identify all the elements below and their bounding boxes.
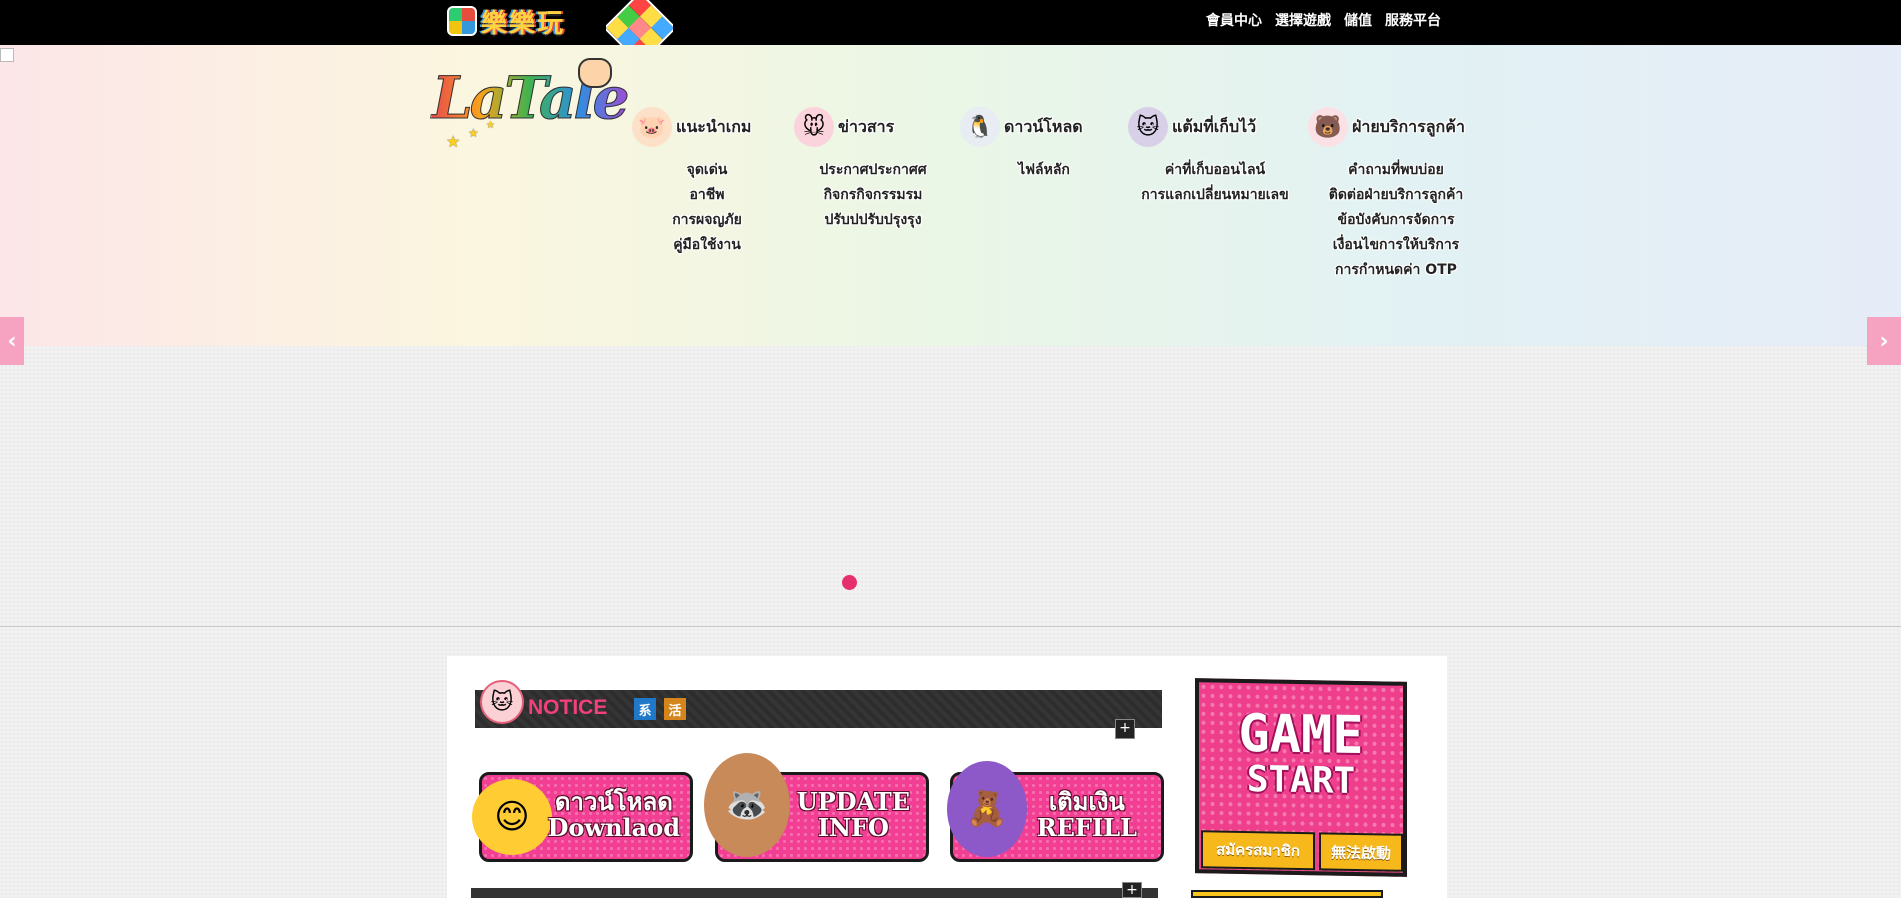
notice-title: NOTICE	[528, 696, 608, 719]
pig-mascot-icon: 🐷	[632, 107, 672, 147]
submenu-item[interactable]: อาชีพ	[690, 184, 725, 206]
game-start-title: GAME START	[1199, 703, 1403, 806]
menu-head[interactable]: 🐷 แนะนำเกม	[632, 105, 794, 149]
game-start-button[interactable]: GAME START สมัครสมาชิก 無法啟動	[1195, 678, 1407, 877]
game-start-line1: GAME	[1238, 703, 1364, 767]
submenu-item[interactable]: ติดต่อฝ่ายบริการลูกค้า	[1329, 184, 1464, 206]
submenu-item[interactable]: กิจกรกิจกรรมรม	[824, 184, 923, 206]
download-label-line2: Downlaod	[547, 813, 680, 842]
mouse-mascot-icon: 🐭	[794, 107, 834, 147]
notice-mascot-icon: 🐱	[480, 680, 524, 724]
section-more-button[interactable]: +	[1122, 882, 1142, 898]
download-label-line1: ดาวน์โหลด	[554, 787, 673, 816]
menu-head[interactable]: 🐻 ฝ่ายบริการลูกค้า	[1308, 105, 1484, 149]
bear-doll-mascot-icon: 🧸	[947, 761, 1027, 857]
brand-logo[interactable]: 樂樂玩	[447, 3, 565, 39]
menu-head[interactable]: 🐱 แต้มที่เก็บไว้	[1128, 105, 1308, 149]
top-nav: 會員中心 選擇遊戲 儲值 服務平台	[1206, 0, 1441, 40]
submenu: ค่าที่เก็บออนไลน์ การแลกเปลี่ยนหมายเลข	[1122, 159, 1308, 206]
slime-mascot-icon: 😊	[472, 779, 552, 855]
menu-customer-service: 🐻 ฝ่ายบริการลูกค้า คำถามที่พบบ่อย ติดต่อ…	[1308, 105, 1484, 281]
notice-tab-system[interactable]: 系	[634, 698, 656, 720]
cannot-start-button[interactable]: 無法啟動	[1319, 832, 1403, 872]
menu-points: 🐱 แต้มที่เก็บไว้ ค่าที่เก็บออนไลน์ การแล…	[1122, 105, 1308, 281]
update-label-line1: UPDATE	[796, 787, 910, 816]
submenu-item[interactable]: การผจญภัย	[672, 209, 742, 231]
menu-title: แนะนำเกม	[676, 116, 752, 136]
brand-cube-icon	[447, 6, 477, 36]
menu-title: ฝ่ายบริการลูกค้า	[1352, 116, 1465, 136]
menu-title: ดาวน์โหลด	[1004, 116, 1083, 136]
slide-indicator-dot[interactable]	[842, 575, 857, 590]
submenu-item[interactable]: ไฟล์หลัก	[1018, 159, 1070, 181]
submenu: ไฟล์หลัก	[966, 159, 1122, 181]
menu-title: ข่าวสาร	[838, 116, 895, 136]
submenu-item[interactable]: การกำหนดค่า OTP	[1335, 259, 1457, 281]
submenu-item[interactable]: คู่มือใช้งาน	[673, 234, 741, 256]
download-button[interactable]: 😊 ดาวน์โหลด Downlaod	[472, 772, 693, 862]
top-bar: 樂樂玩 會員中心 選擇遊戲 儲值 服務平台	[0, 0, 1901, 45]
nav-select-game[interactable]: 選擇遊戲	[1275, 10, 1331, 30]
raccoon-mascot-icon: 🦝	[704, 753, 790, 857]
notice-tab-event[interactable]: 活	[664, 698, 686, 720]
main-menu: 🐷 แนะนำเกม จุดเด่น อาชีพ การผจญภัย คู่มื…	[630, 105, 1484, 281]
star-icon: ★	[446, 132, 461, 151]
menu-news: 🐭 ข่าวสาร ประกาศประกาศศ กิจกรกิจกรรมรม ป…	[794, 105, 952, 281]
nav-top-up[interactable]: 儲值	[1344, 10, 1372, 30]
refill-label: เติมเงิน REFILL	[1037, 789, 1137, 841]
submenu-item[interactable]: ประกาศประกาศศ	[819, 159, 926, 181]
download-label: ดาวน์โหลด Downlaod	[548, 789, 680, 841]
menu-download: 🐧 ดาวน์โหลด ไฟล์หลัก	[952, 105, 1122, 281]
refill-label-line1: เติมเงิน	[1048, 787, 1125, 816]
side-next-banner	[1191, 890, 1383, 898]
slide-next-button[interactable]: ›	[1867, 317, 1901, 365]
slide-prev-button[interactable]: ‹	[0, 317, 24, 365]
menu-title: แต้มที่เก็บไว้	[1172, 116, 1257, 136]
refill-button[interactable]: 🧸 เติมเงิน REFILL	[947, 761, 1164, 862]
brand-text: 樂樂玩	[481, 8, 566, 39]
submenu: คำถามที่พบบ่อย ติดต่อฝ่ายบริการลูกค้า ข้…	[1308, 159, 1484, 281]
submenu: จุดเด่น อาชีพ การผจญภัย คู่มือใช้งาน	[620, 159, 794, 256]
game-start-line2: START	[1246, 759, 1356, 802]
logo-mascot-icon	[578, 58, 612, 88]
slide-area	[0, 346, 1901, 626]
next-section-bar	[471, 888, 1158, 898]
star-icon: ★	[486, 120, 495, 131]
notice-more-button[interactable]: +	[1115, 719, 1135, 739]
bear-mascot-icon: 🐻	[1308, 107, 1348, 147]
submenu: ประกาศประกาศศ กิจกรกิจกรรมรม ปรับปปรับปร…	[794, 159, 952, 231]
submenu-item[interactable]: ปรับปปรับปรุงรุง	[824, 209, 921, 231]
submenu-item[interactable]: คำถามที่พบบ่อย	[1348, 159, 1444, 181]
star-icon: ★	[468, 126, 479, 140]
cat-mascot-icon: 🐱	[1128, 107, 1168, 147]
penguin-mascot-icon: 🐧	[960, 107, 1000, 147]
divider	[0, 626, 1901, 627]
submenu-item[interactable]: จุดเด่น	[687, 159, 728, 181]
update-info-button[interactable]: 🦝 UPDATE INFO	[704, 753, 929, 862]
menu-head[interactable]: 🐭 ข่าวสาร	[794, 105, 952, 149]
submenu-item[interactable]: การแลกเปลี่ยนหมายเลข	[1141, 184, 1288, 206]
nav-service-platform[interactable]: 服務平台	[1385, 10, 1441, 30]
refill-label-line2: REFILL	[1036, 813, 1137, 842]
rubik-cube-icon[interactable]	[606, 0, 673, 45]
latale-logo[interactable]: LaTale ★ ★ ★	[432, 58, 630, 151]
update-label-line2: INFO	[817, 813, 889, 842]
register-button[interactable]: สมัครสมาชิก	[1201, 830, 1315, 871]
menu-game-intro: 🐷 แนะนำเกม จุดเด่น อาชีพ การผจญภัย คู่มื…	[630, 105, 794, 281]
content-panel: 🐱 NOTICE 系 活 + 😊 ดาวน์โหลด Downlaod 🦝 UP…	[447, 656, 1447, 898]
submenu-item[interactable]: เงื่อนไขการให้บริการ	[1333, 234, 1459, 256]
nav-member-center[interactable]: 會員中心	[1206, 10, 1262, 30]
broken-image-icon	[0, 48, 14, 62]
submenu-item[interactable]: ข้อบังคับการจัดการ	[1338, 209, 1455, 231]
submenu-item[interactable]: ค่าที่เก็บออนไลน์	[1165, 159, 1265, 181]
menu-head[interactable]: 🐧 ดาวน์โหลด	[960, 105, 1122, 149]
update-label: UPDATE INFO	[797, 789, 910, 841]
